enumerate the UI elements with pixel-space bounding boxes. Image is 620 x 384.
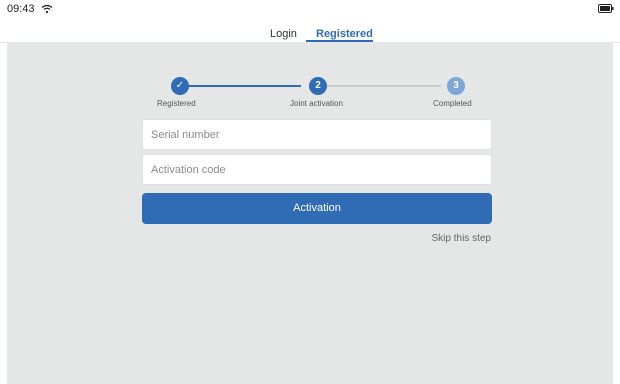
serial-number-field: [142, 119, 492, 150]
serial-number-input[interactable]: [143, 120, 491, 149]
step-2-label: Joint activation: [290, 99, 343, 108]
tab-login[interactable]: Login: [270, 28, 297, 40]
step-1-check-icon: ✓: [171, 77, 189, 95]
step-1-label: Registered: [157, 99, 196, 108]
activation-code-field: [142, 154, 492, 185]
activation-stepper: ✓ 2 3 Registered Joint activation Comple…: [7, 42, 613, 112]
tab-registered[interactable]: Registered: [316, 28, 373, 40]
status-time: 09:43: [7, 3, 35, 15]
activation-code-input[interactable]: [143, 155, 491, 184]
registration-panel: ✓ 2 3 Registered Joint activation Comple…: [7, 42, 613, 384]
activation-button[interactable]: Activation: [142, 193, 492, 224]
step-3-number: 3: [447, 77, 465, 95]
battery-icon: [598, 4, 614, 13]
step-connector-pending: [326, 85, 441, 87]
wifi-icon: [41, 4, 53, 14]
step-3-label: Completed: [433, 99, 472, 108]
status-bar: 09:43: [0, 0, 620, 18]
skip-step-link[interactable]: Skip this step: [432, 233, 491, 244]
step-connector-done: [187, 85, 301, 87]
step-2-number: 2: [309, 77, 327, 95]
